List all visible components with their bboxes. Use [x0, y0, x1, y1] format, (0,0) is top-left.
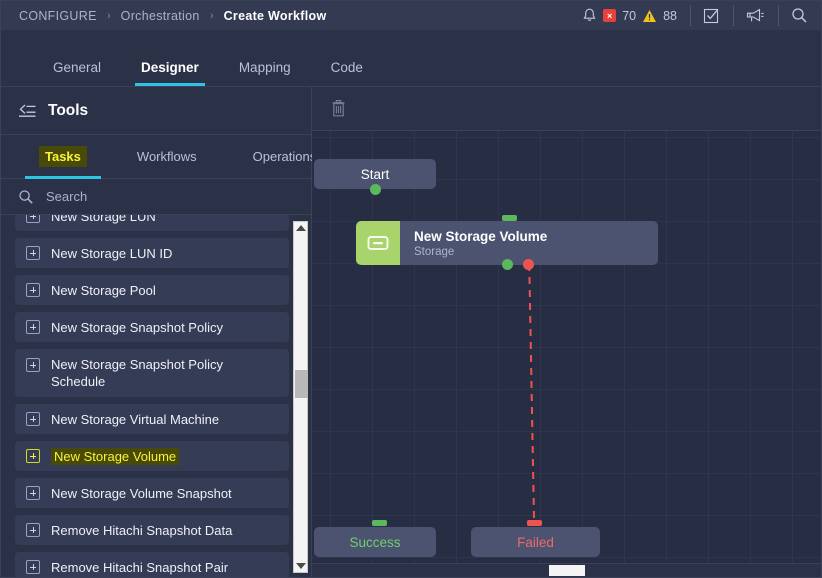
add-plus-icon[interactable]	[26, 449, 40, 463]
list-item-label: New Storage LUN	[51, 215, 156, 224]
tab-general[interactable]: General	[33, 60, 121, 86]
add-plus-icon[interactable]	[26, 283, 40, 297]
list-item-label: New Storage Pool	[51, 282, 156, 298]
canvas-toolbar	[312, 87, 821, 131]
breadcrumb-separator: ›	[209, 9, 214, 22]
scroll-down-arrow-icon[interactable]	[295, 563, 306, 569]
notifications-group: × 70 88	[569, 1, 690, 30]
breadcrumb-item-create-workflow: Create Workflow	[223, 8, 327, 23]
node-failed[interactable]: Failed	[471, 527, 600, 557]
list-item-label: New Storage Volume Snapshot	[51, 485, 232, 501]
subtab-tasks-label: Tasks	[39, 146, 87, 167]
add-plus-icon[interactable]	[26, 560, 40, 574]
warning-count[interactable]: 88	[663, 9, 677, 23]
add-plus-icon[interactable]	[26, 412, 40, 426]
add-plus-icon[interactable]	[26, 358, 40, 372]
canvas-horizontal-scrollbar[interactable]	[312, 563, 821, 577]
node-success-label: Success	[349, 534, 401, 550]
list-item[interactable]: New Storage LUN	[15, 215, 289, 231]
tools-list-items: New Storage LUN New Storage LUN ID New S…	[1, 215, 311, 577]
success-input-port[interactable]	[372, 520, 387, 526]
failed-input-port[interactable]	[527, 520, 542, 526]
connector-task-to-failed	[528, 250, 535, 520]
scrollbar-thumb[interactable]	[549, 565, 585, 576]
add-plus-icon[interactable]	[26, 246, 40, 260]
bell-icon[interactable]	[582, 8, 597, 24]
node-subtitle: Storage	[414, 245, 455, 258]
breadcrumb-separator: ›	[107, 9, 111, 22]
megaphone-icon[interactable]	[746, 7, 765, 24]
breadcrumb: CONFIGURE › Orchestration › Create Workf…	[19, 9, 326, 23]
search-input[interactable]	[46, 189, 246, 204]
list-item[interactable]: New Storage Pool	[15, 275, 289, 305]
announcements-group	[733, 1, 778, 30]
designer-canvas-area: Start New Storage Volume Storage Success…	[312, 87, 821, 577]
search-group	[778, 1, 821, 30]
add-plus-icon[interactable]	[26, 320, 40, 334]
warning-triangle-icon[interactable]	[642, 9, 657, 23]
tools-header: Tools	[1, 87, 311, 135]
list-item-label: New Storage Snapshot Policy	[51, 319, 223, 335]
subtab-operations-label: Operations	[252, 149, 317, 164]
breadcrumb-item-configure[interactable]: CONFIGURE	[19, 9, 97, 23]
node-title: New Storage Volume	[414, 228, 548, 244]
tools-list: New Storage LUN New Storage LUN ID New S…	[1, 215, 311, 577]
error-badge-icon[interactable]: ×	[603, 9, 617, 22]
designer-body: Tools Tasks Workflows Operations Search …	[1, 87, 821, 577]
list-item[interactable]: New Storage Virtual Machine	[15, 404, 289, 434]
node-success[interactable]: Success	[314, 527, 436, 557]
storage-volume-icon	[356, 221, 400, 265]
list-item-new-storage-volume[interactable]: New Storage Volume	[15, 441, 289, 471]
tools-subtabs: Tasks Workflows Operations	[1, 135, 316, 179]
node-text: New Storage Volume Storage	[400, 229, 547, 258]
list-item-label: Remove Hitachi Snapshot Data	[51, 522, 233, 538]
scroll-up-arrow-icon[interactable]	[295, 225, 306, 231]
trash-icon[interactable]	[330, 99, 347, 118]
start-output-port[interactable]	[370, 184, 381, 195]
list-item-label: New Storage Volume	[51, 447, 180, 465]
list-item[interactable]: Remove Hitachi Snapshot Data	[15, 515, 289, 545]
top-bar: CONFIGURE › Orchestration › Create Workf…	[1, 1, 821, 30]
task-success-port[interactable]	[502, 259, 513, 270]
tools-search-row	[1, 179, 311, 215]
node-failed-label: Failed	[517, 534, 554, 550]
list-item[interactable]: Remove Hitachi Snapshot Pair	[15, 552, 289, 577]
breadcrumb-item-orchestration[interactable]: Orchestration	[121, 9, 200, 23]
subtab-tasks[interactable]: Tasks	[17, 135, 109, 179]
top-bar-actions: × 70 88	[569, 1, 821, 30]
tab-mapping[interactable]: Mapping	[219, 60, 311, 86]
search-icon[interactable]	[18, 189, 34, 205]
tools-list-scrollbar[interactable]	[293, 221, 308, 573]
list-item-label: Remove Hitachi Snapshot Pair	[51, 559, 229, 575]
search-icon[interactable]	[791, 7, 808, 24]
subtab-workflows[interactable]: Workflows	[109, 135, 225, 179]
list-item[interactable]: New Storage Snapshot Policy	[15, 312, 289, 342]
add-plus-icon[interactable]	[26, 215, 40, 223]
tools-panel: Tools Tasks Workflows Operations Search …	[1, 87, 316, 577]
workflow-tabs: General Designer Mapping Code	[1, 30, 821, 87]
subtab-workflows-label: Workflows	[136, 149, 197, 164]
list-item-label: New Storage Snapshot Policy Schedule	[51, 357, 223, 389]
tab-code[interactable]: Code	[311, 60, 383, 86]
tasks-group	[690, 1, 733, 30]
list-item-label: New Storage Virtual Machine	[51, 411, 220, 427]
list-item[interactable]: New Storage Snapshot Policy Schedule	[15, 349, 289, 397]
checkbox-task-icon[interactable]	[703, 7, 720, 24]
create-workflow-page: CONFIGURE › Orchestration › Create Workf…	[0, 0, 822, 578]
tools-panel-title: Tools	[48, 101, 89, 119]
list-item-label: New Storage LUN ID	[51, 245, 173, 261]
task-failed-port[interactable]	[523, 259, 534, 270]
workflow-canvas[interactable]: Start New Storage Volume Storage Success…	[312, 131, 821, 563]
error-count[interactable]: 70	[622, 9, 636, 23]
list-item[interactable]: New Storage Volume Snapshot	[15, 478, 289, 508]
node-start-label: Start	[360, 166, 390, 182]
add-plus-icon[interactable]	[26, 523, 40, 537]
tab-designer[interactable]: Designer	[121, 60, 219, 86]
add-plus-icon[interactable]	[26, 486, 40, 500]
scrollbar-thumb[interactable]	[295, 370, 308, 398]
collapse-left-icon[interactable]	[18, 103, 37, 118]
list-item[interactable]: New Storage LUN ID	[15, 238, 289, 268]
